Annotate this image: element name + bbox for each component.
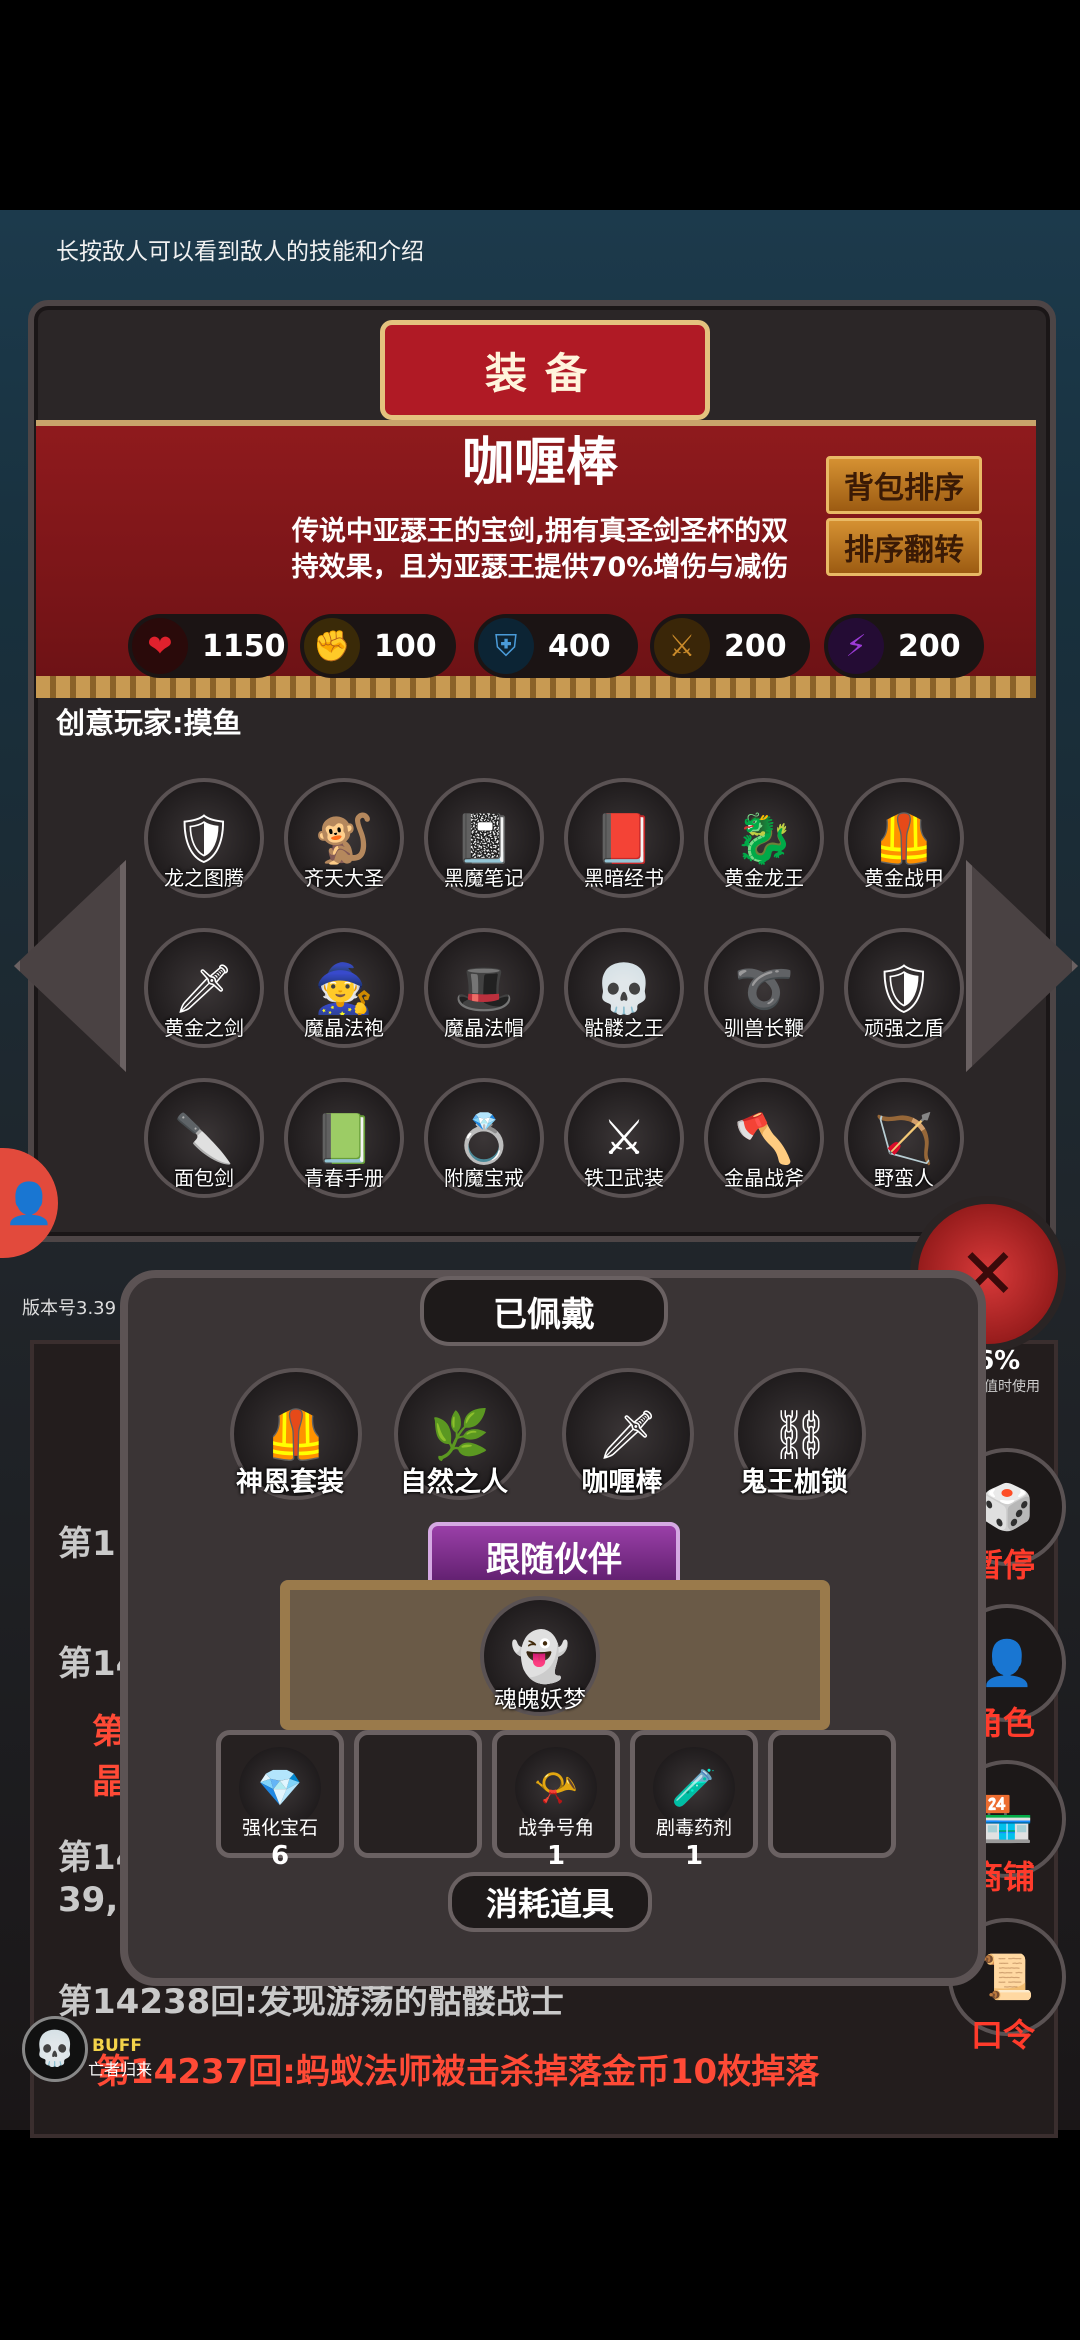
equipped-label: 鬼王枷锁 (740, 1467, 848, 1498)
consumable-slot[interactable]: 🧪 剧毒药剂 1 (630, 1730, 758, 1871)
equipment-slot[interactable]: 🛡 顽强之盾 (844, 928, 964, 1048)
equipment-label: 黑魔笔记 (444, 866, 524, 890)
consumable-slot[interactable]: 💎 强化宝石 6 (216, 1730, 344, 1871)
sort-reverse-button[interactable]: 排序翻转 (826, 518, 982, 576)
equipment-label: 面包剑 (174, 1166, 234, 1190)
stat-value: 200 (724, 628, 787, 664)
consumable-slot-empty[interactable] (354, 1730, 482, 1858)
equipment-label: 黄金战甲 (864, 866, 944, 890)
equipment-slot[interactable]: 🏹 野蛮人 (844, 1078, 964, 1198)
equipment-slot[interactable]: 🧙 魔晶法袍 (284, 928, 404, 1048)
equipment-label: 魔晶法帽 (444, 1016, 524, 1040)
buff-sub: 亡者归来 (88, 2060, 153, 2079)
equipped-label: 自然之人 (400, 1467, 508, 1498)
consumable-count: 6 (270, 1841, 290, 1871)
version-label: 版本号3.39 (22, 1298, 117, 1319)
log-line: 第1 (58, 1524, 116, 1564)
equipment-label: 顽强之盾 (864, 1016, 944, 1040)
consumable-count: 1 (546, 1841, 566, 1871)
equipment-slot[interactable]: 🐒 齐天大圣 (284, 778, 404, 898)
equipment-label: 附魔宝戒 (444, 1166, 524, 1190)
creator-label: 创意玩家:摸鱼 (56, 706, 242, 740)
stat-value: 1150 (202, 628, 286, 664)
skull-icon[interactable]: 💀 (22, 2016, 88, 2082)
password-label: 口令 (970, 2016, 1035, 2054)
shop-icon: 🏪 (979, 1794, 1035, 1845)
consumable-label: 强化宝石 (241, 1817, 318, 1839)
hood-icon: 👤 (979, 1638, 1035, 1689)
equipment-slot[interactable]: 🗡 黄金之剑 (144, 928, 264, 1048)
log-line: 第14237回:蚂蚁法师被击杀掉落金币10枚掉落 (96, 2052, 820, 2092)
equipment-label: 齐天大圣 (304, 866, 384, 890)
equipment-label: 金晶战斧 (724, 1166, 804, 1190)
companion-slot[interactable]: 👻 魂魄妖梦 (480, 1596, 600, 1716)
equipment-label: 青春手册 (304, 1166, 384, 1190)
consumables-tab: 消耗道具 (448, 1872, 652, 1932)
equipment-label: 驯兽长鞭 (724, 1016, 804, 1040)
equipment-slot[interactable]: 🔪 面包剑 (144, 1078, 264, 1198)
armor-icon: ⛨ (478, 618, 534, 674)
equipped-slot[interactable]: 🗡 咖喱棒 (562, 1368, 694, 1500)
equipment-slot[interactable]: 🛡 龙之图腾 (144, 778, 264, 898)
consumables-row: 💎 强化宝石 6 📯 战争号角 1 🧪 剧毒药剂 1 (210, 1730, 896, 1871)
equipped-slot[interactable]: 🌿 自然之人 (394, 1368, 526, 1500)
log-line: 39, (58, 1880, 119, 1920)
equipment-label: 骷髅之王 (584, 1016, 664, 1040)
item-description: 传说中亚瑟王的宝剑,拥有真圣剑圣杯的双 持效果，且为亚瑟王提供70%增伤与减伤 (240, 514, 840, 586)
sword-icon: ⚔ (654, 618, 710, 674)
panel-title: 装备 (380, 320, 710, 420)
dice-icon: 🎲 (979, 1482, 1035, 1533)
companion-label: 魂魄妖梦 (494, 1687, 586, 1713)
item-name: 咖喱棒 (461, 433, 618, 493)
stat-hp: ❤ 1150 (128, 614, 288, 678)
stat-armor: ⛨ 400 (474, 614, 638, 678)
stat-attack: ⚔ 200 (650, 614, 810, 678)
consumable-count: 1 (684, 1841, 704, 1871)
stat-strength: ✊ 100 (300, 614, 456, 678)
equipment-label: 黑暗经书 (584, 866, 664, 890)
equipped-slot[interactable]: 🦺 神恩套装 (230, 1368, 362, 1500)
equipment-label: 铁卫武装 (584, 1166, 664, 1190)
equipment-label: 魔晶法袍 (304, 1016, 384, 1040)
equipment-slot[interactable]: 💀 骷髅之王 (564, 928, 684, 1048)
equipment-slot[interactable]: 📕 黑暗经书 (564, 778, 684, 898)
desc-line: 传说中亚瑟王的宝剑,拥有真圣剑圣杯的双 (291, 516, 789, 547)
equipment-slot[interactable]: 🦺 黄金战甲 (844, 778, 964, 898)
consumable-slot-empty[interactable] (768, 1730, 896, 1858)
desc-line: 持效果，且为亚瑟王提供70%增伤与减伤 (291, 552, 789, 583)
stat-value: 100 (374, 628, 437, 664)
panel-title-text: 装备 (484, 348, 605, 398)
equipment-slot[interactable]: 📗 青春手册 (284, 1078, 404, 1198)
equipment-label: 黄金之剑 (164, 1016, 244, 1040)
banner-fringe (36, 676, 1036, 698)
buff-label: BUFF (92, 2036, 142, 2056)
scroll-icon: 📜 (979, 1952, 1035, 2003)
equipment-slot[interactable]: 💍 附魔宝戒 (424, 1078, 544, 1198)
stat-magic: ⚡ 200 (824, 614, 984, 678)
stat-value: 200 (898, 628, 961, 664)
equipment-label: 野蛮人 (874, 1166, 934, 1190)
hint-text: 长按敌人可以看到敌人的技能和介绍 (56, 239, 424, 265)
stat-value: 400 (548, 628, 611, 664)
consumable-label: 战争号角 (517, 1817, 594, 1839)
equipment-slot[interactable]: 📓 黑魔笔记 (424, 778, 544, 898)
equipment-label: 龙之图腾 (164, 866, 244, 890)
equipped-label: 咖喱棒 (581, 1467, 663, 1498)
sort-backpack-button[interactable]: 背包排序 (826, 456, 982, 514)
consumable-label: 剧毒药剂 (655, 1817, 732, 1839)
equipped-label: 神恩套装 (236, 1467, 344, 1498)
equipment-slot[interactable]: 🐉 黄金龙王 (704, 778, 824, 898)
equipped-tab: 已佩戴 (420, 1276, 668, 1346)
equipment-slot[interactable]: 🪓 金晶战斧 (704, 1078, 824, 1198)
heart-icon: ❤ (132, 618, 188, 674)
equipment-slot[interactable]: ➰ 驯兽长鞭 (704, 928, 824, 1048)
consumable-slot[interactable]: 📯 战争号角 1 (492, 1730, 620, 1871)
equipment-slot[interactable]: ⚔ 铁卫武装 (564, 1078, 684, 1198)
equipment-slot[interactable]: 🎩 魔晶法帽 (424, 928, 544, 1048)
lightning-icon: ⚡ (828, 618, 884, 674)
equipment-label: 黄金龙王 (724, 866, 804, 890)
equipped-slot[interactable]: ⛓ 鬼王枷锁 (734, 1368, 866, 1500)
strength-icon: ✊ (304, 618, 360, 674)
